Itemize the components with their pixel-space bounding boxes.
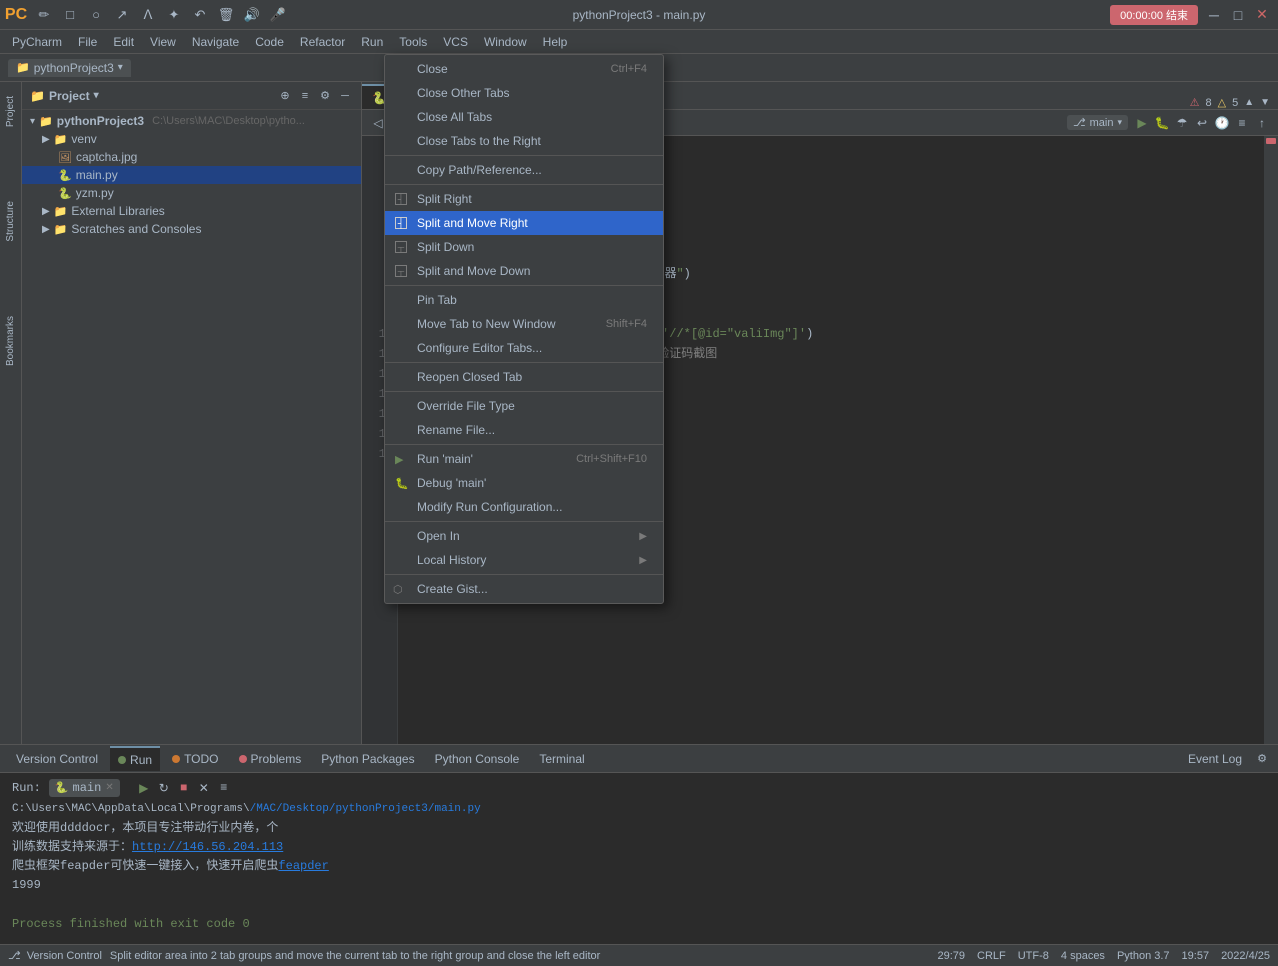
- status-right: 29:79 CRLF UTF-8 4 spaces Python 3.7 19:…: [937, 950, 1270, 962]
- rename-label: Rename File...: [417, 423, 495, 437]
- debug-icon: 🐛: [395, 477, 409, 490]
- ctx-split-down[interactable]: ┬ Split Down: [385, 235, 663, 259]
- ctx-close[interactable]: Close Ctrl+F4: [385, 57, 663, 81]
- close-label: Close: [417, 62, 448, 76]
- split-move-right-icon: ┤: [395, 217, 407, 229]
- local-history-label: Local History: [417, 553, 486, 567]
- console-line-4: 1999: [12, 876, 1266, 895]
- ctx-split-right[interactable]: ┤ Split Right: [385, 187, 663, 211]
- ctx-copy-path[interactable]: Copy Path/Reference...: [385, 158, 663, 182]
- close-right-label: Close Tabs to the Right: [417, 134, 541, 148]
- encoding[interactable]: UTF-8: [1018, 950, 1049, 962]
- console-output: C:\Users\MAC\AppData\Local\Programs\/MAC…: [12, 801, 1266, 934]
- copy-path-label: Copy Path/Reference...: [417, 163, 542, 177]
- move-window-shortcut: Shift+F4: [606, 318, 647, 330]
- console-line-blank: [12, 895, 1266, 914]
- python-version[interactable]: Python 3.7: [1117, 950, 1170, 962]
- clock: 19:57: [1182, 950, 1210, 962]
- ctx-close-right[interactable]: Close Tabs to the Right: [385, 129, 663, 153]
- ctx-split-move-down[interactable]: ┬ Split and Move Down: [385, 259, 663, 283]
- ctx-close-others[interactable]: Close Other Tabs: [385, 81, 663, 105]
- ctx-pin-tab[interactable]: Pin Tab: [385, 288, 663, 312]
- cursor-position[interactable]: 29:79: [937, 950, 965, 962]
- ctx-open-in[interactable]: Open In ▶: [385, 524, 663, 548]
- split-move-down-icon: ┬: [395, 265, 407, 277]
- ctx-close-all[interactable]: Close All Tabs: [385, 105, 663, 129]
- git-branch-label: Version Control: [27, 950, 102, 962]
- ctx-split-move-right[interactable]: ┤ Split and Move Right: [385, 211, 663, 235]
- split-down-label: Split Down: [417, 240, 474, 254]
- menu-group-gist: ⬡ Create Gist...: [385, 575, 663, 603]
- training-link[interactable]: http://146.56.204.113: [132, 840, 283, 854]
- run-main-label: Run 'main': [417, 452, 473, 466]
- github-icon: ⬡: [393, 583, 403, 596]
- close-others-label: Close Other Tabs: [417, 86, 510, 100]
- local-history-arrow-icon: ▶: [639, 555, 647, 566]
- menu-group-reopen: Reopen Closed Tab: [385, 363, 663, 392]
- menu-group-split: ┤ Split Right ┤ Split and Move Right ┬ S…: [385, 185, 663, 286]
- create-gist-label: Create Gist...: [417, 582, 488, 596]
- ctx-move-window[interactable]: Move Tab to New Window Shift+F4: [385, 312, 663, 336]
- ctx-modify-run[interactable]: Modify Run Configuration...: [385, 495, 663, 519]
- context-menu: Close Ctrl+F4 Close Other Tabs Close All…: [384, 54, 664, 604]
- menu-group-pin: Pin Tab Move Tab to New Window Shift+F4 …: [385, 286, 663, 363]
- run-icon: ▶: [395, 453, 403, 466]
- move-window-label: Move Tab to New Window: [417, 317, 556, 331]
- ctx-override-type[interactable]: Override File Type: [385, 394, 663, 418]
- menu-group-open: Open In ▶ Local History ▶: [385, 522, 663, 575]
- console-exit: Process finished with exit code 0: [12, 915, 1266, 934]
- pin-tab-label: Pin Tab: [417, 293, 457, 307]
- console-line-2: 训练数据支持来源于：http://146.56.204.113: [12, 838, 1266, 857]
- configure-tabs-label: Configure Editor Tabs...: [417, 341, 542, 355]
- split-right-label: Split Right: [417, 192, 472, 206]
- context-menu-overlay[interactable]: Close Ctrl+F4 Close Other Tabs Close All…: [0, 0, 1278, 798]
- split-move-down-label: Split and Move Down: [417, 264, 530, 278]
- close-all-label: Close All Tabs: [417, 110, 492, 124]
- override-type-label: Override File Type: [417, 399, 515, 413]
- tooltip-text: Split editor area into 2 tab groups and …: [110, 950, 600, 962]
- ctx-configure-tabs[interactable]: Configure Editor Tabs...: [385, 336, 663, 360]
- open-in-arrow-icon: ▶: [639, 531, 647, 542]
- status-bar: ⎇ Version Control Split editor area into…: [0, 944, 1278, 966]
- ctx-debug-main[interactable]: 🐛 Debug 'main': [385, 471, 663, 495]
- menu-group-run: ▶ Run 'main' Ctrl+Shift+F10 🐛 Debug 'mai…: [385, 445, 663, 522]
- indent[interactable]: 4 spaces: [1061, 950, 1105, 962]
- ctx-local-history[interactable]: Local History ▶: [385, 548, 663, 572]
- debug-main-label: Debug 'main': [417, 476, 486, 490]
- git-branch[interactable]: ⎇ Version Control: [8, 949, 102, 962]
- menu-group-copy: Copy Path/Reference...: [385, 156, 663, 185]
- close-shortcut: Ctrl+F4: [611, 63, 647, 75]
- status-left: ⎇ Version Control Split editor area into…: [8, 949, 925, 962]
- ctx-create-gist[interactable]: ⬡ Create Gist...: [385, 577, 663, 601]
- console-line-path: C:\Users\MAC\AppData\Local\Programs\/MAC…: [12, 801, 1266, 819]
- ctx-reopen[interactable]: Reopen Closed Tab: [385, 365, 663, 389]
- ctx-run-main[interactable]: ▶ Run 'main' Ctrl+Shift+F10: [385, 447, 663, 471]
- git-icon: ⎇: [8, 949, 21, 962]
- split-move-right-label: Split and Move Right: [417, 216, 528, 230]
- menu-group-close: Close Ctrl+F4 Close Other Tabs Close All…: [385, 55, 663, 156]
- split-down-icon: ┬: [395, 241, 407, 253]
- console-line-1: 欢迎使用ddddocr，本项目专注带动行业内卷，个: [12, 819, 1266, 838]
- run-main-shortcut: Ctrl+Shift+F10: [576, 453, 647, 465]
- line-ending[interactable]: CRLF: [977, 950, 1006, 962]
- modify-run-label: Modify Run Configuration...: [417, 500, 562, 514]
- split-right-icon: ┤: [395, 193, 407, 205]
- menu-group-file: Override File Type Rename File...: [385, 392, 663, 445]
- date: 2022/4/25: [1221, 950, 1270, 962]
- console-line-3: 爬虫框架feapder可快速一键接入，快速开启爬虫feapder: [12, 857, 1266, 876]
- open-in-label: Open In: [417, 529, 460, 543]
- feapder-link[interactable]: feapder: [278, 859, 328, 873]
- ctx-rename[interactable]: Rename File...: [385, 418, 663, 442]
- reopen-label: Reopen Closed Tab: [417, 370, 522, 384]
- bottom-content: Run: 🐍 main ✕ ▶ ↻ ■ ✕ ≡ C:\Users\MAC\App…: [0, 773, 1278, 944]
